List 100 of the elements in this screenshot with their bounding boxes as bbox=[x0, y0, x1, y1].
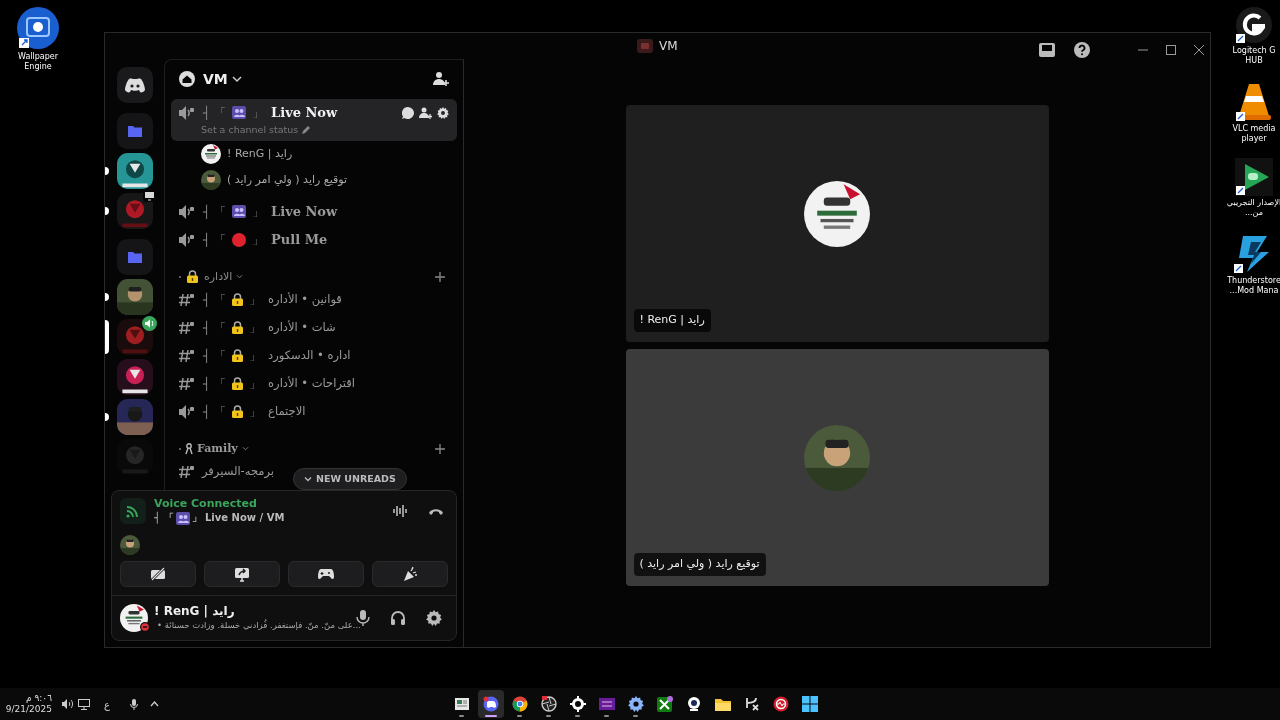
people-icon bbox=[232, 205, 247, 218]
channel-name[interactable]: الاجتماع bbox=[268, 403, 306, 421]
channel-status-hint[interactable]: Set a channel status bbox=[201, 122, 299, 137]
server-icon[interactable] bbox=[116, 279, 153, 315]
windows-icon bbox=[801, 696, 818, 712]
video-tile[interactable]: توقيع رايد ( ولي امر رايد ) bbox=[625, 348, 1049, 586]
home-icon bbox=[179, 71, 195, 87]
category-name[interactable]: الاداره bbox=[204, 268, 233, 285]
maximize-icon[interactable] bbox=[1166, 45, 1176, 55]
speaker-badge-icon bbox=[141, 316, 157, 331]
speaker-lock-icon bbox=[179, 233, 195, 247]
add-member-icon[interactable] bbox=[431, 71, 449, 87]
lock-icon bbox=[232, 293, 244, 307]
voice-channel[interactable]: ┤ 「 」 Live Now Set a channel status bbox=[171, 99, 457, 141]
new-unreads-label: NEW UNREADS bbox=[316, 471, 396, 486]
close-icon[interactable] bbox=[1194, 45, 1204, 55]
chat-bubble-icon[interactable] bbox=[402, 106, 414, 119]
channel-name[interactable]: شات • الأداره bbox=[268, 319, 336, 337]
voice-channel-link[interactable]: 」 Live Now / VM bbox=[191, 511, 285, 525]
member-name[interactable]: توقيع رايد ( ولي امر رايد ) bbox=[227, 171, 347, 188]
people-icon bbox=[175, 511, 190, 525]
globe-icon bbox=[511, 696, 528, 712]
server-name[interactable]: VM bbox=[203, 68, 228, 90]
connection-status: Voice Connected bbox=[154, 497, 258, 511]
sound-wave-icon[interactable] bbox=[392, 504, 408, 518]
clock-date[interactable]: 9/21/2025 bbox=[5, 704, 52, 715]
category-name[interactable]: Family bbox=[197, 440, 238, 457]
channel-prefix: ┤ 「 bbox=[203, 347, 227, 365]
channel-name[interactable]: Live Now bbox=[271, 201, 338, 222]
play-gamepad-icon[interactable] bbox=[1235, 158, 1273, 196]
lock-icon bbox=[232, 321, 244, 335]
plus-icon[interactable] bbox=[435, 443, 445, 454]
channel-name[interactable]: اداره • الدسكورد bbox=[268, 347, 351, 365]
channel-name[interactable]: Live Now bbox=[271, 103, 338, 123]
folder-button[interactable] bbox=[116, 239, 153, 275]
speaker-lock-icon bbox=[179, 105, 195, 120]
channel-bracket: 」 bbox=[249, 403, 262, 421]
signal-icon[interactable] bbox=[120, 498, 146, 524]
custom-status: ...على منّ. منّ. فإستغفر. فُزادني خسلة. وزادت حسنائة • bbox=[157, 618, 361, 632]
network-icon[interactable] bbox=[78, 698, 90, 710]
new-unreads-button[interactable]: NEW UNREADS bbox=[293, 468, 407, 490]
lines-icon bbox=[598, 696, 615, 712]
headphones-icon[interactable] bbox=[390, 610, 406, 626]
chevron-down-icon[interactable] bbox=[231, 74, 242, 84]
voice-channel[interactable]: ┤ 「 」 Pull Me bbox=[171, 226, 457, 254]
volume-icon[interactable] bbox=[62, 699, 74, 709]
desktop-icon-label[interactable]: Wallpaper Engine bbox=[10, 52, 66, 72]
add-member-icon[interactable] bbox=[419, 106, 432, 119]
desktop-icon-label[interactable]: Logitech G HUB bbox=[1226, 46, 1280, 66]
channel-name[interactable]: برمجه-السيرفر bbox=[202, 463, 275, 481]
controller-face-icon bbox=[124, 77, 145, 93]
gear-window-icon[interactable] bbox=[16, 6, 60, 50]
desktop-icon-label[interactable]: VLC media player bbox=[1226, 124, 1280, 144]
desktop-icon-label[interactable]: Thunderstore ...Mod Mana bbox=[1226, 276, 1280, 296]
clock-time[interactable]: ٩:٠٦ م bbox=[26, 693, 52, 704]
settings-icon[interactable] bbox=[426, 610, 442, 626]
participant-name: ! RenG | رايد bbox=[633, 309, 711, 332]
speaker-lock-icon bbox=[179, 204, 195, 219]
channel-name[interactable]: اقتراحات • الأداره bbox=[268, 375, 355, 393]
lock-icon bbox=[232, 405, 244, 419]
pencil-icon[interactable] bbox=[302, 125, 312, 135]
video-tile[interactable]: ! RenG | رايد bbox=[625, 104, 1049, 342]
channel-bracket: 」 bbox=[252, 232, 265, 249]
soundboard-button[interactable] bbox=[372, 561, 448, 587]
channel-name[interactable]: قوانين • الأداره bbox=[268, 291, 342, 309]
settings-icon[interactable] bbox=[437, 106, 449, 119]
microphone-icon[interactable] bbox=[129, 698, 138, 710]
folder-button[interactable] bbox=[116, 113, 153, 149]
folder-icon bbox=[714, 696, 731, 712]
circle-icon bbox=[232, 233, 247, 247]
member-name[interactable]: ! RenG | رايد bbox=[227, 145, 293, 162]
language-indicator[interactable]: ع bbox=[104, 696, 110, 712]
channel-bracket: 」 bbox=[249, 291, 262, 309]
app-icon bbox=[637, 39, 653, 53]
chevron-up-icon[interactable] bbox=[149, 701, 159, 707]
channel-bracket: 」 bbox=[249, 375, 262, 393]
disconnect-icon[interactable] bbox=[428, 506, 444, 516]
camera-off-button[interactable] bbox=[120, 561, 196, 587]
cross-icon bbox=[656, 696, 673, 712]
server-icon[interactable] bbox=[116, 153, 153, 189]
server-icon[interactable] bbox=[116, 359, 153, 395]
desktop-icon-label[interactable]: الإصدار التجريبي من... bbox=[1226, 198, 1280, 218]
home-button[interactable] bbox=[116, 67, 153, 103]
lock-icon bbox=[232, 377, 244, 391]
screen-badge-icon bbox=[142, 190, 156, 202]
taskbar-app-button[interactable] bbox=[477, 690, 504, 718]
channel-prefix: ┤ 「 bbox=[203, 291, 227, 309]
speaker-lock-icon bbox=[179, 404, 195, 419]
letter-g-icon[interactable] bbox=[1235, 6, 1273, 44]
inbox-icon[interactable] bbox=[1038, 42, 1056, 58]
help-icon[interactable] bbox=[1074, 42, 1090, 58]
running-indicator bbox=[604, 715, 610, 717]
channel-name[interactable]: Pull Me bbox=[271, 230, 328, 250]
activity-button[interactable] bbox=[288, 561, 364, 587]
voice-channel[interactable]: ┤ 「 」 Live Now bbox=[171, 197, 457, 226]
server-icon[interactable] bbox=[116, 193, 153, 229]
plus-icon[interactable] bbox=[435, 271, 445, 282]
folder-icon bbox=[127, 125, 142, 137]
participant-name: توقيع رايد ( ولي امر رايد ) bbox=[633, 553, 766, 576]
screen-share-button[interactable] bbox=[204, 561, 280, 587]
